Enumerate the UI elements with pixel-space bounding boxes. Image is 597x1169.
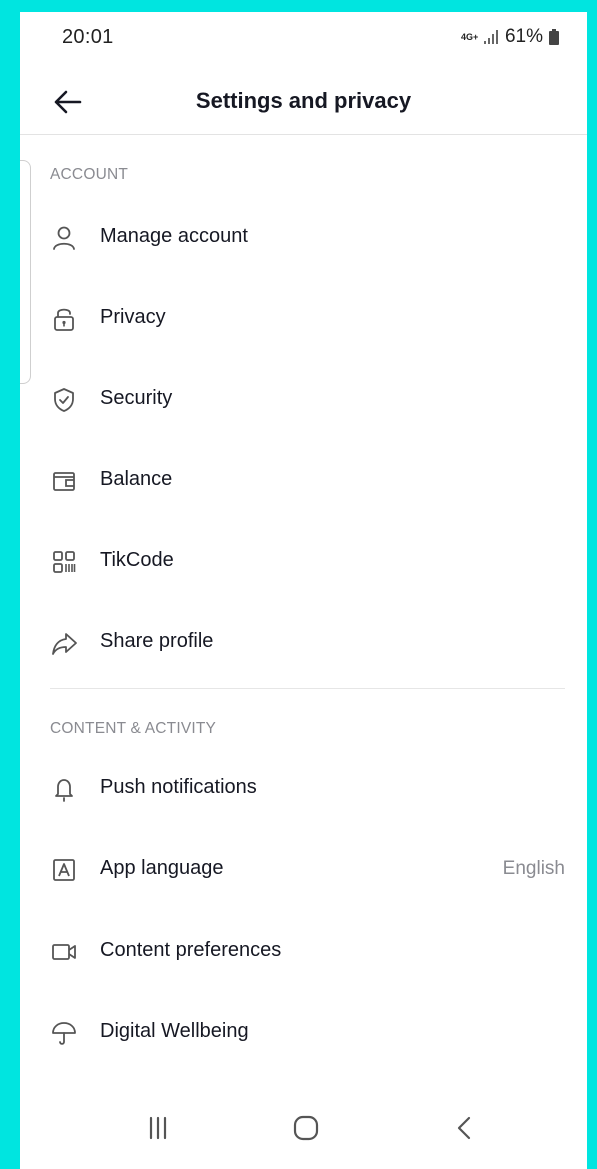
qr-code-icon (50, 548, 78, 576)
bell-icon (50, 775, 78, 803)
settings-item-label: Content preferences (100, 939, 282, 961)
shield-icon (50, 386, 78, 414)
home-icon (293, 1115, 319, 1141)
signal-icon (483, 29, 499, 45)
settings-item-label: Push notifications (100, 776, 257, 798)
settings-item-manage-account[interactable]: Manage account (20, 208, 587, 268)
section-divider (50, 688, 565, 689)
section-header-account: ACCOUNT (50, 166, 129, 183)
status-bar: 20:01 4G+ 61% (20, 12, 587, 62)
system-back-button[interactable] (435, 1113, 495, 1157)
page-title: Settings and privacy (195, 88, 412, 113)
battery-icon (549, 29, 559, 45)
screen: 20:01 4G+ 61% Settings and privacy ACCOU… (20, 12, 587, 1169)
settings-item-app-language[interactable]: App language English (20, 840, 587, 900)
home-button[interactable] (276, 1113, 336, 1157)
status-indicators: 4G+ 61% (461, 26, 559, 48)
language-icon (50, 856, 78, 884)
settings-item-label: Security (100, 387, 173, 409)
header: Settings and privacy (20, 68, 587, 135)
scroll-edge-indicator (20, 160, 31, 384)
section-header-content-activity: CONTENT & ACTIVITY (50, 720, 217, 737)
video-icon (50, 938, 78, 966)
network-type: 4G+ (460, 31, 479, 42)
person-icon (50, 224, 78, 252)
battery-level: 61% (504, 26, 543, 47)
lock-icon (50, 305, 78, 333)
umbrella-icon (50, 1019, 78, 1047)
settings-item-content-preferences[interactable]: Content preferences (20, 922, 587, 982)
status-time: 20:01 (62, 26, 114, 48)
back-icon (457, 1116, 471, 1140)
settings-item-label: Share profile (100, 630, 214, 652)
settings-item-value: English (502, 858, 565, 879)
settings-item-label: Digital Wellbeing (100, 1020, 249, 1042)
recent-apps-icon (149, 1116, 167, 1140)
system-nav-bar (20, 1099, 587, 1169)
wallet-icon (50, 467, 78, 495)
settings-item-balance[interactable]: Balance (20, 451, 587, 511)
recent-apps-button[interactable] (128, 1113, 188, 1157)
settings-item-label: Balance (100, 468, 173, 490)
settings-item-label: TikCode (100, 549, 174, 571)
settings-item-privacy[interactable]: Privacy (20, 289, 587, 349)
share-icon (50, 629, 78, 657)
settings-item-share-profile[interactable]: Share profile (20, 613, 587, 673)
settings-item-label: App language (100, 857, 224, 879)
settings-item-label: Manage account (100, 225, 248, 247)
settings-item-security[interactable]: Security (20, 370, 587, 430)
settings-item-push-notifications[interactable]: Push notifications (20, 759, 587, 819)
settings-item-label: Privacy (100, 306, 166, 328)
settings-item-tikcode[interactable]: TikCode (20, 532, 587, 592)
settings-item-digital-wellbeing[interactable]: Digital Wellbeing (20, 1003, 587, 1063)
